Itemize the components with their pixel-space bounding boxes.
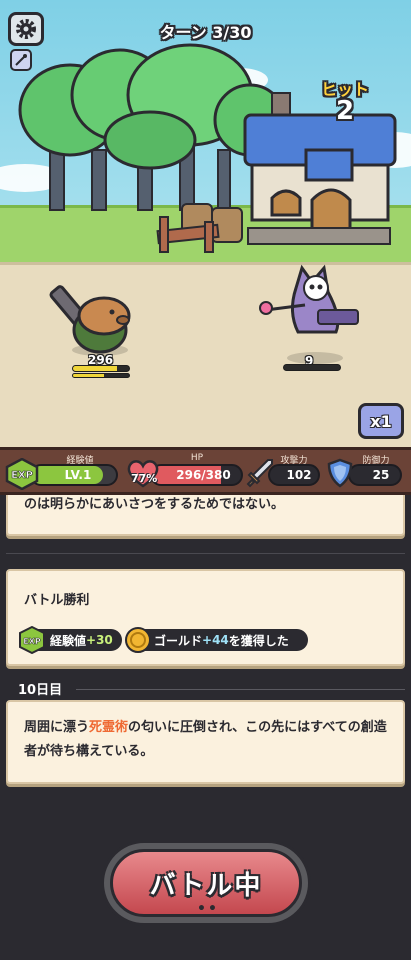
speed-button[interactable]: x1 bbox=[358, 403, 404, 439]
reward-exp-label: 経験値 bbox=[50, 633, 87, 648]
story-prefix: 周囲に漂う bbox=[24, 720, 90, 735]
log-card-previous: のは明らかにあいさつをするためではない。 bbox=[6, 495, 405, 536]
reward-exp-value: +30 bbox=[86, 633, 113, 647]
turn-counter: ターン 3/30 bbox=[159, 23, 252, 42]
exp-badge-text: EXP bbox=[11, 470, 33, 481]
scenery bbox=[0, 43, 411, 364]
sword-icon bbox=[246, 459, 273, 488]
player-character bbox=[49, 285, 131, 356]
exp-icon: EXP bbox=[19, 626, 45, 654]
player-shield-fill bbox=[73, 374, 104, 377]
level-pill: LV.1 bbox=[30, 464, 118, 486]
battle-result-title: バトル勝利 bbox=[24, 593, 90, 608]
battle-scene: ターン 3/30 ヒット 2 296 9 x1 bbox=[0, 0, 411, 447]
level-value: LV.1 bbox=[64, 468, 92, 482]
tool-icon bbox=[15, 54, 27, 66]
stats-bar: 経験値 LV.1 EXP HP 296/380 77% 攻撃力 102 防御力 … bbox=[0, 447, 411, 495]
log-card-battle: バトル勝利 EXP 経験値 +30 ゴールド +44 を獲得した bbox=[6, 569, 405, 666]
battle-log: のは明らかにあいさつをするためではない。 バトル勝利 EXP 経験値 +30 ゴ… bbox=[0, 495, 411, 960]
hp-percent: 77% bbox=[131, 472, 158, 485]
day-label: 10日目 bbox=[18, 683, 63, 698]
enemy-hp-bar bbox=[283, 364, 341, 371]
log-card-story: 周囲に漂う死霊術の匂いに圧倒され、この先にはすべての創造者が待ち構えている。 bbox=[6, 700, 405, 784]
attack-pill: 102 bbox=[268, 464, 320, 486]
player-hp-fill bbox=[73, 366, 117, 371]
reward-gold-label: ゴールド bbox=[154, 633, 203, 648]
defense-pill: 25 bbox=[348, 464, 402, 486]
story-text: 周囲に漂う死霊術の匂いに圧倒され、この先にはすべての創造者が待ち構えている。 bbox=[24, 716, 394, 764]
reward-gold: ゴールド +44 を獲得した bbox=[125, 627, 308, 653]
divider bbox=[6, 553, 405, 554]
tool-button[interactable] bbox=[10, 49, 32, 71]
barrels bbox=[156, 203, 243, 253]
log-text-previous: のは明らかにあいさつをするためではない。 bbox=[24, 497, 285, 512]
reward-gold-suffix: を獲得した bbox=[228, 633, 289, 648]
reward-exp-badge-text: EXP bbox=[23, 637, 41, 646]
enemy-character bbox=[259, 264, 359, 364]
speed-label: x1 bbox=[370, 411, 392, 431]
hp-pill: 296/380 bbox=[150, 464, 243, 486]
attack-value: 102 bbox=[286, 468, 312, 482]
reward-gold-value: +44 bbox=[202, 633, 229, 647]
day-divider bbox=[76, 689, 405, 690]
exp-icon: EXP bbox=[5, 458, 39, 490]
hp-caption: HP bbox=[190, 453, 204, 463]
reward-exp: EXP 経験値 +30 bbox=[19, 626, 122, 654]
hit-count: 2 bbox=[335, 96, 355, 126]
defense-value: 25 bbox=[372, 468, 390, 482]
coin-icon bbox=[125, 627, 151, 653]
player-hp-bar bbox=[72, 365, 130, 372]
loading-dots: •• bbox=[197, 901, 219, 917]
hp-value: 296/380 bbox=[176, 468, 231, 482]
story-highlight: 死霊術 bbox=[89, 720, 129, 735]
battle-button-label: バトル中 bbox=[149, 870, 263, 901]
player-shield-bar bbox=[72, 373, 130, 378]
shield-icon bbox=[327, 458, 353, 488]
